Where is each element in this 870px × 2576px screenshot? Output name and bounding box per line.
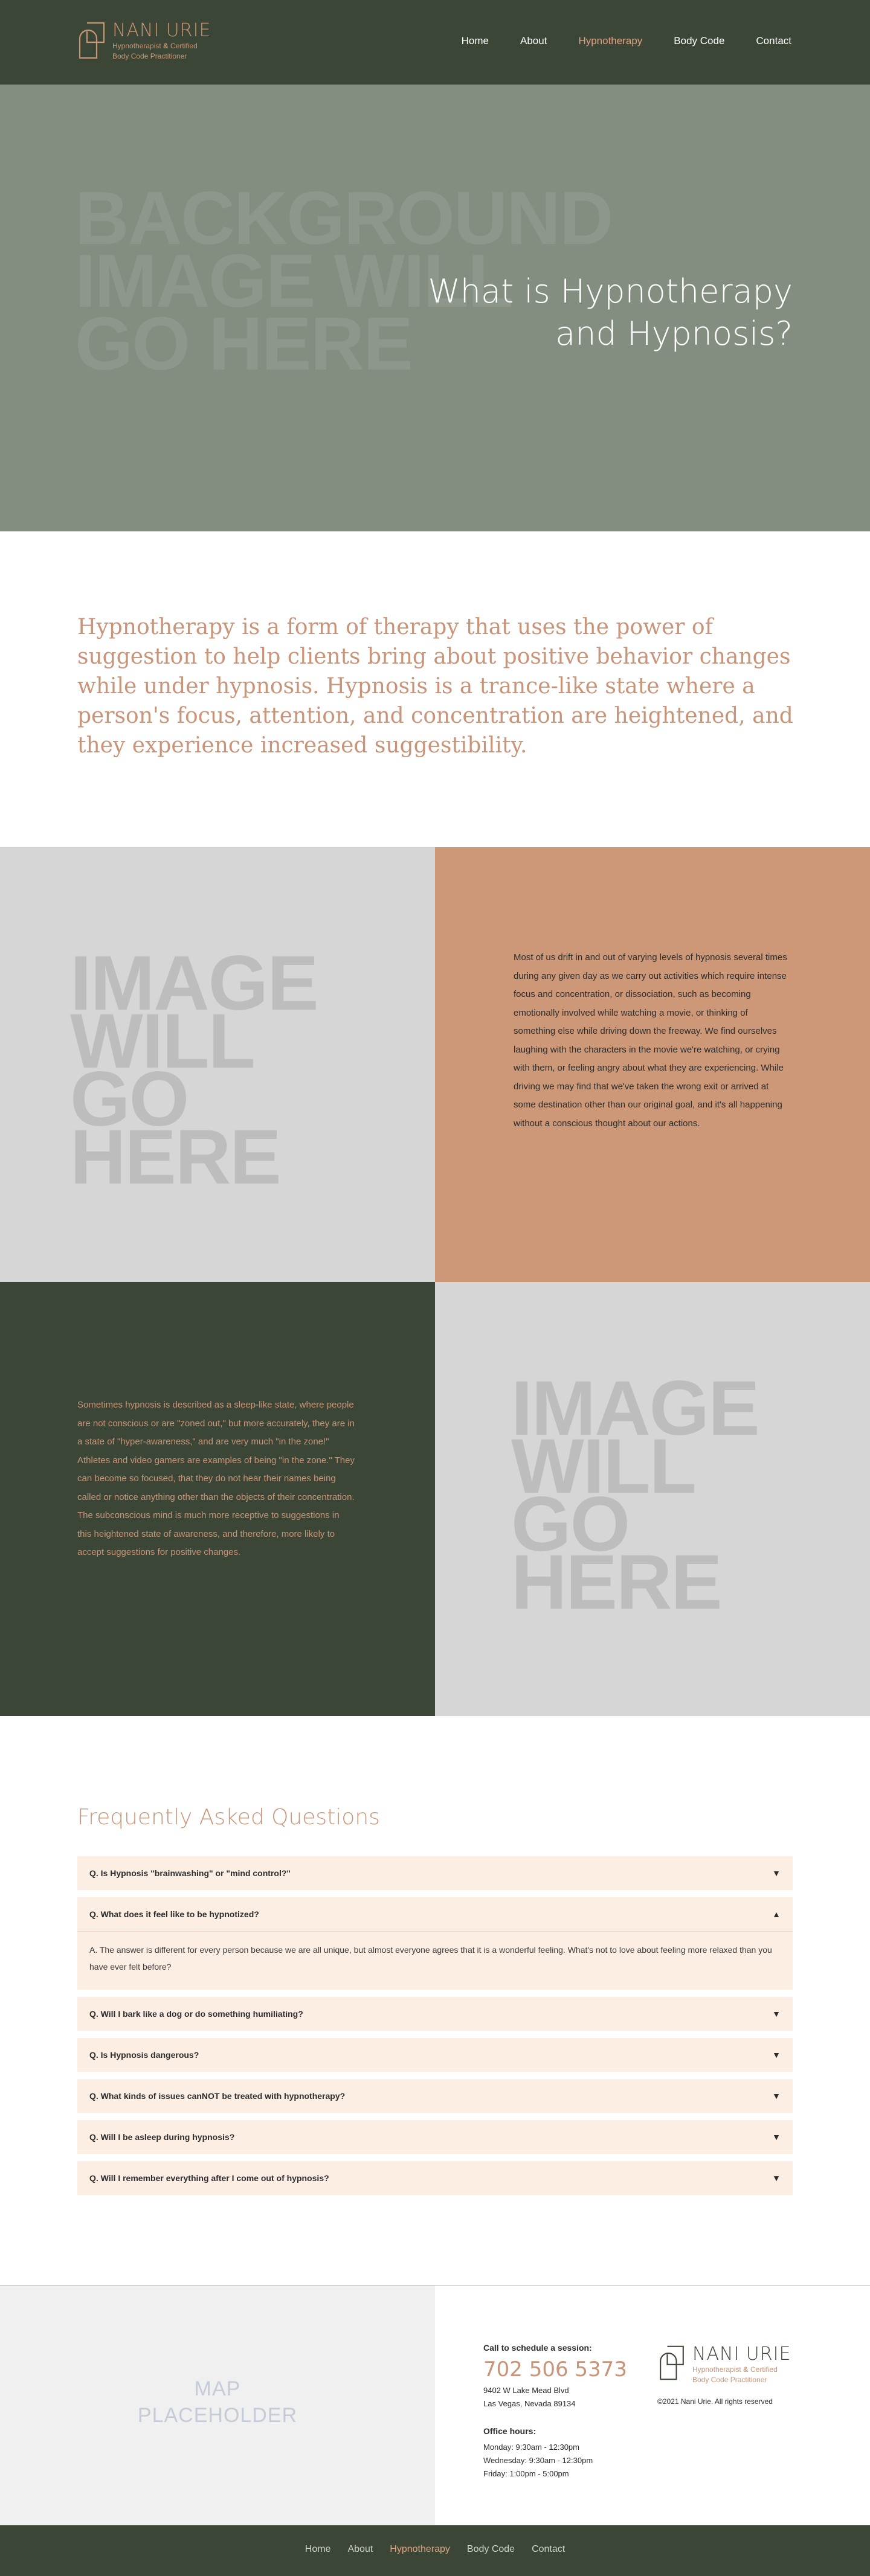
office-hours-row: Friday: 1:00pm - 5:00pm bbox=[483, 2469, 569, 2478]
faq-question[interactable]: Q. Will I be asleep during hypnosis? ▼ bbox=[77, 2120, 793, 2154]
logo[interactable]: NANI URIE Hypnotherapist & Certified Bod… bbox=[77, 21, 211, 62]
chevron-up-icon[interactable]: ▲ bbox=[772, 1909, 781, 1919]
footer-logo-subtitle: Hypnotherapist & Certified Body Code Pra… bbox=[692, 2365, 791, 2385]
office-hours: Monday: 9:30am - 12:30pm Wednesday: 9:30… bbox=[483, 2441, 640, 2481]
nav-body-code[interactable]: Body Code bbox=[674, 34, 724, 48]
chevron-down-icon[interactable]: ▼ bbox=[772, 2173, 781, 2183]
map-placeholder-label: MAP PLACEHOLDER bbox=[0, 2376, 435, 2429]
faq-question-text: Q. Is Hypnosis dangerous? bbox=[89, 2050, 199, 2060]
image-placeholder-2: IMAGE WILL GO HERE bbox=[435, 1282, 870, 1716]
faq-item: Q. Is Hypnosis "brainwashing" or "mind c… bbox=[77, 1856, 793, 1890]
site-footer: Home About Hypnotherapy Body Code Contac… bbox=[0, 2525, 870, 2576]
logo-subtitle-amp: & bbox=[163, 42, 169, 50]
schedule-label: Call to schedule a session: bbox=[483, 2343, 592, 2353]
hero-title-line2: and Hypnosis? bbox=[555, 315, 793, 353]
hero-title-line1: What is Hypnotherapy bbox=[428, 272, 793, 310]
logo-name: NANI URIE bbox=[112, 20, 211, 41]
contact-info: Call to schedule a session: 702 506 5373… bbox=[483, 2342, 640, 2481]
map-label-line2: PLACEHOLDER bbox=[137, 2404, 298, 2427]
logo-subtitle-line2: Body Code Practitioner bbox=[692, 2376, 767, 2384]
logo-subtitle-post: Certified bbox=[168, 42, 198, 50]
image-placeholder-1: IMAGE WILL GO HERE bbox=[0, 847, 435, 1282]
image-placeholder-text: IMAGE WILL GO HERE bbox=[70, 945, 319, 1200]
faq-question-text: Q. What does it feel like to be hypnotiz… bbox=[89, 1909, 259, 1919]
faq-list: Q. Is Hypnosis "brainwashing" or "mind c… bbox=[77, 1856, 793, 2202]
faq-item: Q. Will I bark like a dog or do somethin… bbox=[77, 1997, 793, 2031]
chevron-down-icon[interactable]: ▼ bbox=[772, 1868, 781, 1878]
main-nav: Home About Hypnotherapy Body Code Contac… bbox=[462, 34, 791, 48]
image-placeholder-line: HERE bbox=[511, 1539, 723, 1626]
logo-mark-icon bbox=[660, 2345, 684, 2380]
nav-contact[interactable]: Contact bbox=[756, 34, 791, 48]
footer-nav-contact[interactable]: Contact bbox=[532, 2544, 565, 2555]
chevron-down-icon[interactable]: ▼ bbox=[772, 2132, 781, 2142]
faq-answer: A. The answer is different for every per… bbox=[77, 1931, 793, 1990]
logo-subtitle-pre: Hypnotherapist bbox=[692, 2365, 744, 2374]
faq-question-text: Q. Will I remember everything after I co… bbox=[89, 2173, 329, 2183]
logo-mark-icon bbox=[79, 22, 105, 59]
section1-text: Most of us drift in and out of varying l… bbox=[514, 952, 787, 1129]
office-hours-label: Office hours: bbox=[483, 2426, 536, 2436]
section2-text: Sometimes hypnosis is described as a sle… bbox=[77, 1400, 355, 1557]
faq-question[interactable]: Q. Is Hypnosis "brainwashing" or "mind c… bbox=[77, 1856, 793, 1890]
logo-subtitle: Hypnotherapist & Certified Body Code Pra… bbox=[112, 41, 211, 62]
address-line2: Las Vegas, Nevada 89134 bbox=[483, 2399, 576, 2408]
faq-question-text: Q. Is Hypnosis "brainwashing" or "mind c… bbox=[89, 1868, 291, 1878]
faq-question[interactable]: Q. What does it feel like to be hypnotiz… bbox=[77, 1897, 793, 1931]
faq-question[interactable]: Q. Will I bark like a dog or do somethin… bbox=[77, 1997, 793, 2031]
chevron-down-icon[interactable]: ▼ bbox=[772, 2091, 781, 2101]
site-header: NANI URIE Hypnotherapist & Certified Bod… bbox=[0, 0, 870, 85]
faq-item: Q. Will I remember everything after I co… bbox=[77, 2161, 793, 2195]
faq-question-text: Q. Will I bark like a dog or do somethin… bbox=[89, 2009, 303, 2019]
address-line1: 9402 W Lake Mead Blvd bbox=[483, 2386, 569, 2395]
footer-nav-body-code[interactable]: Body Code bbox=[467, 2544, 515, 2555]
faq-question[interactable]: Q. What kinds of issues canNOT be treate… bbox=[77, 2079, 793, 2113]
office-hours-row: Monday: 9:30am - 12:30pm bbox=[483, 2443, 579, 2452]
logo-subtitle-line2: Body Code Practitioner bbox=[112, 52, 187, 60]
logo-subtitle-pre: Hypnotherapist bbox=[112, 42, 164, 50]
faq-item: Q. Is Hypnosis dangerous? ▼ bbox=[77, 2038, 793, 2072]
footer-nav-hypnotherapy[interactable]: Hypnotherapy bbox=[390, 2544, 450, 2555]
faq-question-text: Q. What kinds of issues canNOT be treate… bbox=[89, 2091, 346, 2101]
faq-question[interactable]: Q. Is Hypnosis dangerous? ▼ bbox=[77, 2038, 793, 2072]
image-placeholder-text: IMAGE WILL GO HERE bbox=[511, 1370, 760, 1626]
footer-logo-name: NANI URIE bbox=[692, 2344, 791, 2365]
map-label-line1: MAP bbox=[194, 2377, 241, 2400]
phone-link[interactable]: 702 506 5373 bbox=[483, 2355, 640, 2384]
chevron-down-icon[interactable]: ▼ bbox=[772, 2050, 781, 2060]
intro-paragraph: Hypnotherapy is a form of therapy that u… bbox=[77, 615, 793, 758]
nav-home[interactable]: Home bbox=[462, 34, 489, 48]
office-hours-row: Wednesday: 9:30am - 12:30pm bbox=[483, 2456, 593, 2465]
footer-logo[interactable]: NANI URIE Hypnotherapist & Certified Bod… bbox=[657, 2344, 791, 2385]
hero-title: What is Hypnotherapy and Hypnosis? bbox=[370, 271, 793, 355]
logo-subtitle-amp: & bbox=[743, 2365, 749, 2374]
logo-subtitle-post: Certified bbox=[748, 2365, 778, 2374]
chevron-down-icon[interactable]: ▼ bbox=[772, 2009, 781, 2019]
faq-question[interactable]: Q. Will I remember everything after I co… bbox=[77, 2161, 793, 2195]
footer-nav: Home About Hypnotherapy Body Code Contac… bbox=[0, 2544, 870, 2555]
image-placeholder-line: HERE bbox=[70, 1114, 282, 1200]
faq-item: Q. What does it feel like to be hypnotiz… bbox=[77, 1897, 793, 1990]
copyright: ©2021 Nani Urie. All rights reserved bbox=[657, 2397, 773, 2406]
nav-about[interactable]: About bbox=[520, 34, 547, 48]
hero: BACKGROUND IMAGE WILL GO HERE What is Hy… bbox=[0, 85, 870, 531]
faq-question-text: Q. Will I be asleep during hypnosis? bbox=[89, 2132, 235, 2142]
footer-nav-about[interactable]: About bbox=[347, 2544, 373, 2555]
faq-item: Q. What kinds of issues canNOT be treate… bbox=[77, 2079, 793, 2113]
faq-title: Frequently Asked Questions bbox=[77, 1805, 380, 1830]
faq-item: Q. Will I be asleep during hypnosis? ▼ bbox=[77, 2120, 793, 2154]
nav-hypnotherapy[interactable]: Hypnotherapy bbox=[578, 34, 642, 48]
footer-nav-home[interactable]: Home bbox=[305, 2544, 331, 2555]
